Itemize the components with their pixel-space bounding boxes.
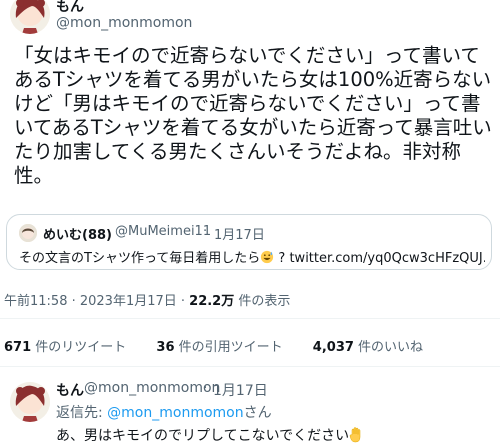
retweets-stat[interactable]: 671 件のリツイート — [4, 340, 126, 355]
avatar-illustration-icon — [10, 0, 50, 34]
views-count: 22.2万 — [189, 294, 235, 309]
quoted-author-avatar — [19, 224, 37, 242]
avatar-illustration-icon — [10, 382, 50, 422]
reply-date[interactable]: 1月17日 — [213, 380, 268, 400]
quotes-label: 件の引用ツイート — [174, 340, 283, 355]
author-handle[interactable]: @mon_monmomon — [56, 15, 192, 31]
quotes-stat[interactable]: 36 件の引用ツイート — [156, 340, 282, 355]
author-name[interactable]: もん — [56, 0, 84, 16]
replying-to: 返信先: @mon_monmomonさん — [56, 402, 272, 422]
retweets-count: 671 — [4, 340, 32, 355]
quoted-author-handle: @MuMeimei11 — [115, 224, 212, 239]
reply-text-main: あ、男はキモイのでリプしてこないでください — [56, 428, 350, 444]
quoted-text-link[interactable]: ? twitter.com/yq0Qcw3cHFzQUJ... — [274, 251, 485, 266]
retweets-label: 件のリツイート — [31, 340, 127, 355]
replying-to-suffix: さん — [243, 405, 272, 421]
quoted-text-main: その文言のTシャツ作って毎日着用したら — [19, 251, 261, 266]
quoted-tweet-card[interactable]: めいむ(88) @MuMeimei11 · 1月17日 その文言のTシャツ作って… — [6, 214, 492, 270]
views-label: 件の表示 — [234, 294, 291, 309]
reply-separator: · — [203, 380, 208, 396]
tweet-timestamp-views: 午前11:58 · 2023年1月17日 · 22.2万 件の表示 — [4, 290, 290, 309]
author-avatar[interactable] — [10, 0, 50, 34]
tweet-text: 「女はキモイので近寄らないでください」って書いてあるTシャツを着てる男がいたら女… — [14, 44, 492, 187]
grinning-sweat-emoji-icon — [261, 250, 274, 264]
reply-author-avatar[interactable] — [10, 382, 50, 422]
likes-count: 4,037 — [312, 340, 354, 355]
likes-stat[interactable]: 4,037 件のいいね — [313, 340, 423, 355]
quoted-separator: · — [203, 224, 208, 239]
tweet-stats: 671 件のリツイート 36 件の引用ツイート 4,037 件のいいね — [4, 336, 449, 355]
reply-author-handle[interactable]: @mon_monmomon — [84, 380, 220, 396]
divider — [0, 366, 500, 367]
likes-label: 件のいいね — [353, 340, 424, 355]
quoted-author-name: めいむ(88) — [43, 228, 112, 243]
reply-text: あ、男はキモイのでリプしてこないでください — [56, 425, 363, 445]
quoted-date: 1月17日 — [214, 228, 265, 243]
raised-hand-emoji-icon — [349, 427, 361, 443]
quotes-count: 36 — [156, 340, 175, 355]
quoted-avatar-icon — [19, 224, 37, 242]
replying-to-prefix: 返信先: — [56, 405, 108, 421]
tweet-timestamp[interactable]: 午前11:58 · 2023年1月17日 · — [4, 294, 189, 309]
divider — [0, 318, 500, 319]
reply-author-name[interactable]: もん — [56, 380, 84, 400]
quoted-text: その文言のTシャツ作って毎日着用したら ? twitter.com/yq0Qcw… — [19, 247, 485, 266]
replying-to-handle[interactable]: @mon_monmomon — [107, 405, 243, 421]
